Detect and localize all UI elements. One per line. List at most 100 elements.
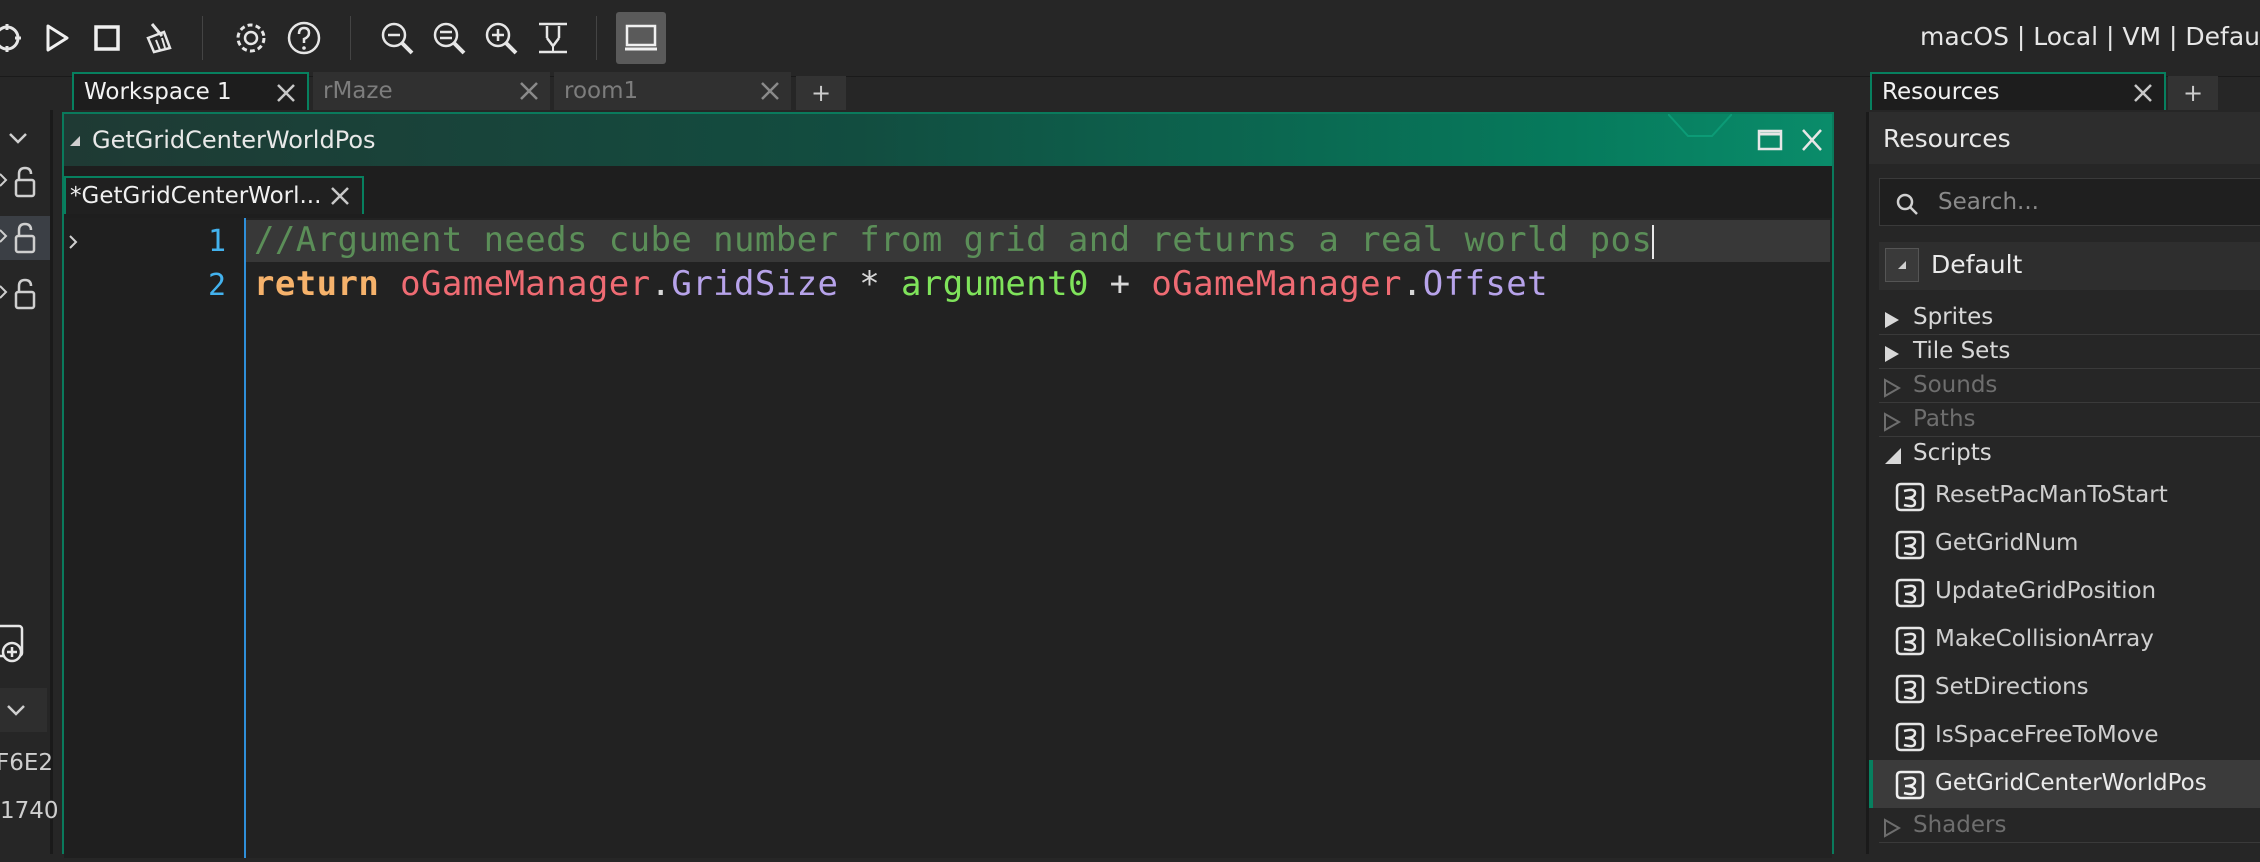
close-icon[interactable] xyxy=(757,78,783,104)
add-panel-button[interactable]: + xyxy=(2168,76,2218,110)
close-icon[interactable] xyxy=(273,80,299,106)
property-value: F6E2 xyxy=(0,750,54,776)
toolbar-separator xyxy=(202,16,203,60)
fit-icon[interactable] xyxy=(528,12,578,64)
layer-row[interactable] xyxy=(0,272,50,316)
add-instance-icon[interactable] xyxy=(0,620,34,668)
search-placeholder: Search... xyxy=(1938,189,2039,215)
close-icon[interactable] xyxy=(1798,126,1826,154)
tab-label: rMaze xyxy=(323,78,393,104)
tree-group-paths[interactable]: Paths xyxy=(1869,404,2260,438)
code-operator: * xyxy=(838,264,901,304)
divider xyxy=(1879,402,2260,403)
resources-title: Resources xyxy=(1883,124,2011,153)
tab-label: *GetGridCenterWorl... xyxy=(70,183,322,209)
expand-arrow-icon[interactable] xyxy=(1883,378,1901,398)
script-item[interactable]: UpdateGridPosition xyxy=(1869,568,2260,616)
fold-arrow-icon[interactable] xyxy=(66,232,82,252)
expand-arrow-icon[interactable] xyxy=(1883,818,1901,838)
settings-icon[interactable] xyxy=(226,12,276,64)
target-selector[interactable]: macOS | Local | VM | Defau xyxy=(1920,22,2260,51)
default-group[interactable]: Default xyxy=(1879,242,2260,290)
code-line-2[interactable]: return oGameManager.GridSize * argument0… xyxy=(254,264,1548,304)
code-variable: Offset xyxy=(1422,264,1548,304)
tree-group-label: Paths xyxy=(1913,406,1976,432)
tree-group-scripts[interactable]: Scripts xyxy=(1869,438,2260,472)
tab-workspace-1[interactable]: Workspace 1 xyxy=(72,72,309,110)
code-editor[interactable]: 1 2 //Argument needs cube number from gr… xyxy=(64,218,1832,858)
add-workspace-button[interactable]: + xyxy=(796,76,846,110)
search-input[interactable]: Search... xyxy=(1879,178,2260,226)
tab-label: room1 xyxy=(564,78,639,104)
run-icon[interactable] xyxy=(31,12,81,64)
script-icon xyxy=(1895,578,1925,608)
zoom-reset-icon[interactable] xyxy=(424,12,474,64)
maximize-icon[interactable] xyxy=(1756,126,1784,154)
expand-arrow-icon[interactable] xyxy=(1883,310,1901,330)
close-icon[interactable] xyxy=(516,78,542,104)
toolbar-separator xyxy=(350,16,351,60)
zoom-in-icon[interactable] xyxy=(476,12,526,64)
default-group-label: Default xyxy=(1931,250,2023,279)
close-icon[interactable] xyxy=(2130,80,2156,106)
stop-icon[interactable] xyxy=(82,12,132,64)
expand-arrow-icon[interactable] xyxy=(1883,412,1901,432)
properties-header[interactable] xyxy=(0,688,47,732)
script-item-selected[interactable]: GetGridCenterWorldPos xyxy=(1869,760,2260,808)
tab-script[interactable]: *GetGridCenterWorl... xyxy=(64,176,364,214)
code-punct: . xyxy=(1401,264,1423,304)
script-icon xyxy=(1895,626,1925,656)
layer-row[interactable] xyxy=(0,160,50,204)
clean-icon[interactable] xyxy=(133,12,183,64)
script-item-label: GetGridCenterWorldPos xyxy=(1935,770,2207,796)
code-variable: GridSize xyxy=(671,264,839,304)
group-collapse-icon[interactable] xyxy=(1885,248,1919,282)
script-item-label: GetGridNum xyxy=(1935,530,2079,556)
script-icon xyxy=(1895,674,1925,704)
script-item[interactable]: MakeCollisionArray xyxy=(1869,616,2260,664)
main-toolbar: macOS | Local | VM | Defau xyxy=(0,0,2260,77)
collapse-icon[interactable] xyxy=(68,134,82,148)
tree-group-label: Shaders xyxy=(1913,812,2007,838)
script-icon xyxy=(1895,770,1925,800)
script-icon xyxy=(1895,722,1925,752)
close-icon[interactable] xyxy=(328,184,352,208)
help-icon[interactable] xyxy=(279,12,329,64)
code-keyword: return xyxy=(254,264,380,304)
line-number: 2 xyxy=(207,268,226,303)
tree-group-tile-sets[interactable]: Tile Sets xyxy=(1869,336,2260,370)
tree-group-label: Sprites xyxy=(1913,304,1994,330)
script-item[interactable]: ResetPacManToStart xyxy=(1869,472,2260,520)
debug-icon[interactable] xyxy=(0,12,32,64)
script-item[interactable]: IsSpaceFreeToMove xyxy=(1869,712,2260,760)
divider xyxy=(1879,334,2260,335)
tab-label: Workspace 1 xyxy=(84,79,232,105)
code-line-1[interactable]: //Argument needs cube number from grid a… xyxy=(254,220,1655,260)
script-item[interactable]: SetDirections xyxy=(1869,664,2260,712)
script-icon xyxy=(1895,482,1925,512)
expand-arrow-icon[interactable] xyxy=(1883,344,1901,364)
script-item[interactable]: GetGridNum xyxy=(1869,520,2260,568)
resources-panel: Resources Search... Default Sprites Tile… xyxy=(1866,112,2260,854)
dock-notch-icon xyxy=(1668,114,1732,137)
layer-row[interactable] xyxy=(0,216,50,260)
code-object: oGameManager xyxy=(400,264,651,304)
tab-rmaze[interactable]: rMaze xyxy=(313,72,550,110)
resource-tree: Sprites Tile Sets Sounds Paths Scripts R… xyxy=(1869,302,2260,862)
divider xyxy=(1879,842,2260,843)
tree-group-label: Sounds xyxy=(1913,372,1998,398)
tab-label: Resources xyxy=(1882,79,2000,105)
monitor-icon[interactable] xyxy=(616,12,666,64)
code-punct: . xyxy=(650,264,672,304)
collapse-arrow-icon[interactable] xyxy=(1883,446,1903,466)
zoom-out-icon[interactable] xyxy=(372,12,422,64)
editor-titlebar[interactable]: GetGridCenterWorldPos xyxy=(64,114,1832,166)
tree-group-shaders[interactable]: Shaders xyxy=(1869,810,2260,844)
tree-group-sounds[interactable]: Sounds xyxy=(1869,370,2260,404)
tab-room1[interactable]: room1 xyxy=(554,72,791,110)
tab-resources[interactable]: Resources xyxy=(1870,72,2166,110)
tree-group-sprites[interactable]: Sprites xyxy=(1869,302,2260,336)
left-panel: F6E2 1740 xyxy=(0,110,59,854)
divider xyxy=(1879,436,2260,437)
chevron-down-icon[interactable] xyxy=(4,124,32,152)
